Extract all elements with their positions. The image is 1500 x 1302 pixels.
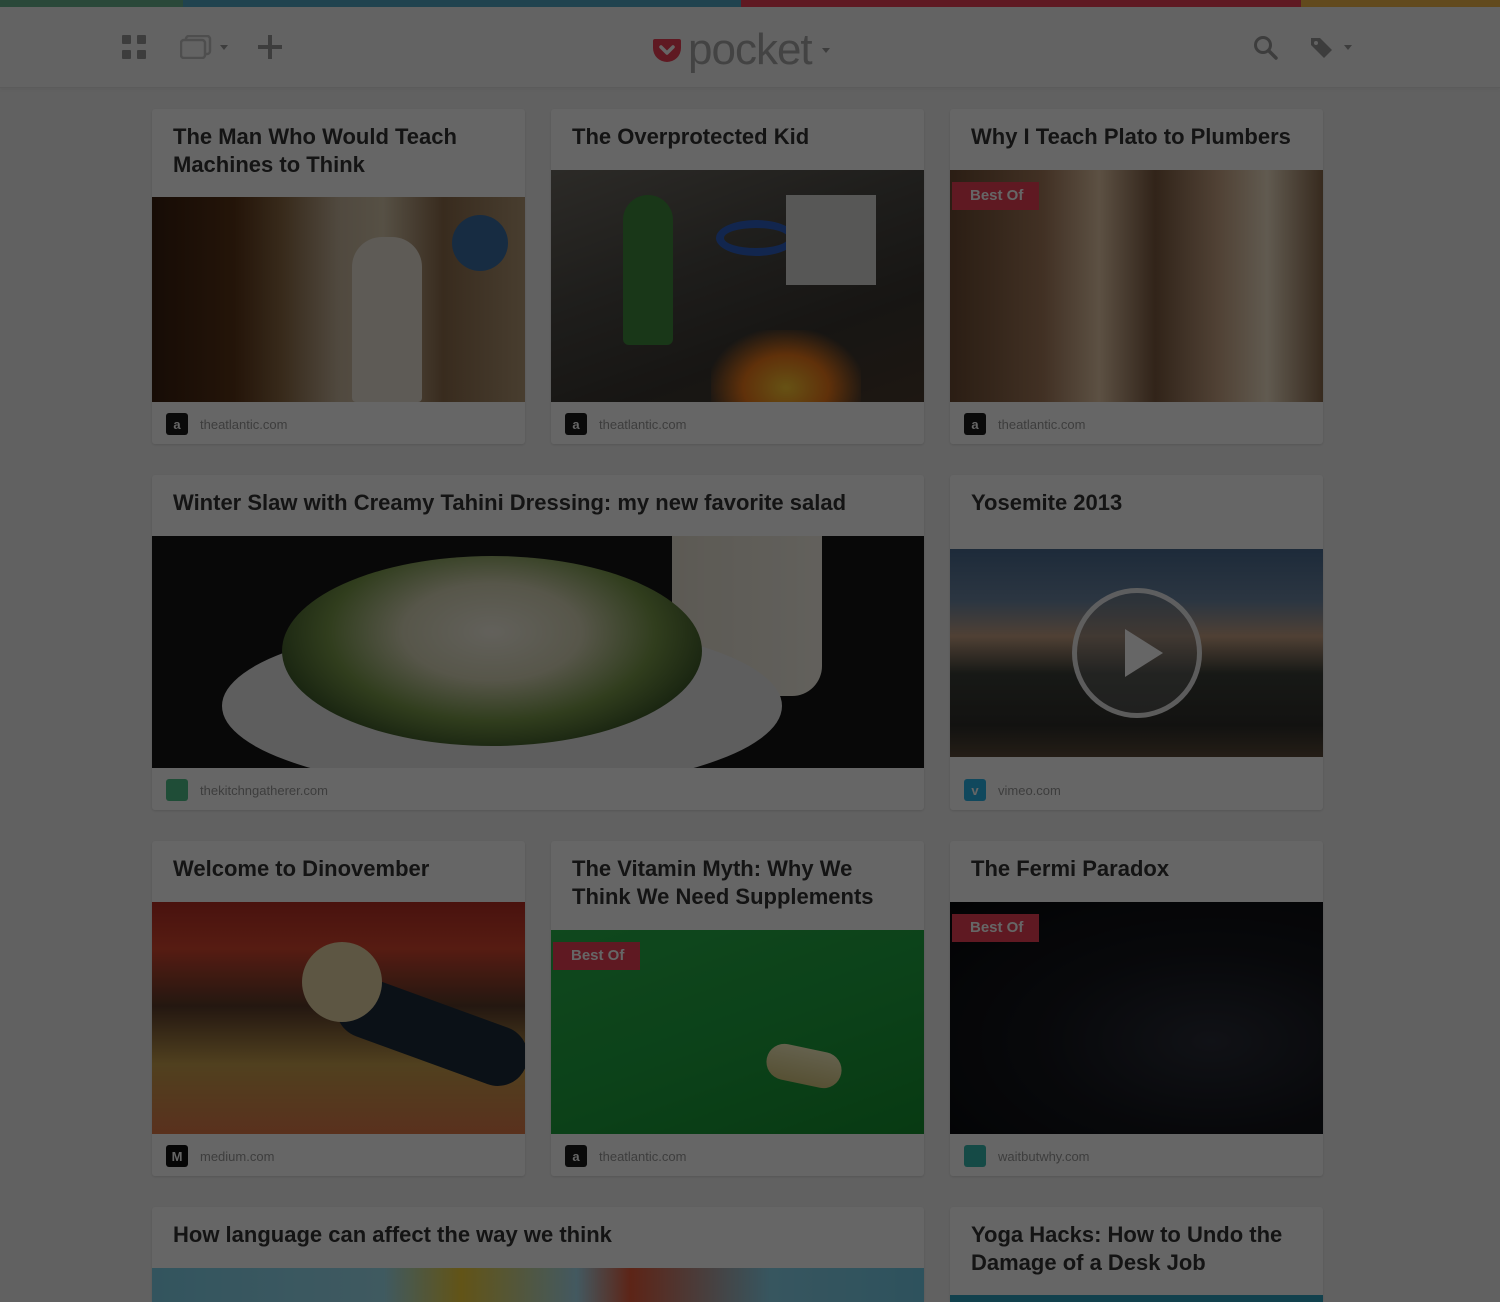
- favicon-icon: [964, 1145, 986, 1167]
- pocket-logo[interactable]: pocket: [652, 27, 830, 73]
- article-title[interactable]: Winter Slaw with Creamy Tahini Dressing:…: [173, 489, 906, 517]
- child-shape: [623, 195, 673, 345]
- article-source: a theatlantic.com: [964, 412, 1085, 436]
- article-source: a theatlantic.com: [565, 412, 686, 436]
- article-source: a theatlantic.com: [166, 412, 287, 436]
- tag-icon: [1311, 38, 1332, 58]
- best-of-badge: Best Of: [952, 914, 1040, 942]
- grid-view-icon: [122, 35, 146, 59]
- article-title[interactable]: How language can affect the way we think: [173, 1221, 906, 1249]
- article-title[interactable]: The Vitamin Myth: Why We Think We Need S…: [572, 855, 906, 911]
- article-image[interactable]: Best Of: [950, 902, 1323, 1134]
- favicon-icon: a: [565, 1145, 587, 1167]
- list-view-icon: [180, 35, 212, 59]
- article-card[interactable]: The Fermi Paradox Best Of waitbutwhy.com: [950, 841, 1323, 1176]
- top-toolbar: pocket: [0, 7, 1500, 88]
- stripe-red: [741, 0, 1301, 7]
- stripe-blue: [183, 0, 741, 7]
- stripe-green: [0, 0, 183, 7]
- toy-shape: [302, 942, 382, 1022]
- article-image[interactable]: Best Of: [950, 170, 1323, 402]
- article-source: a theatlantic.com: [565, 1144, 686, 1168]
- pocket-logo-icon: [653, 39, 681, 62]
- article-source: M medium.com: [166, 1144, 274, 1168]
- article-card[interactable]: The Vitamin Myth: Why We Think We Need S…: [551, 841, 924, 1176]
- best-of-badge: Best Of: [553, 942, 641, 970]
- article-image[interactable]: [152, 1268, 924, 1302]
- article-image[interactable]: [551, 170, 924, 402]
- favicon-icon: M: [166, 1145, 188, 1167]
- play-icon: [1124, 629, 1163, 677]
- favicon-icon: a: [166, 413, 188, 435]
- search-button[interactable]: [1253, 35, 1279, 61]
- article-image[interactable]: Best Of: [551, 930, 924, 1134]
- article-domain[interactable]: theatlantic.com: [599, 417, 686, 432]
- article-card[interactable]: The Man Who Would Teach Machines to Thin…: [152, 109, 525, 444]
- tire-shape: [716, 220, 796, 256]
- chevron-down-icon: [821, 47, 830, 53]
- article-card[interactable]: The Overprotected Kid a theatlantic.com: [551, 109, 924, 444]
- list-view-button[interactable]: [180, 35, 228, 59]
- article-card[interactable]: Welcome to Dinovember M medium.com: [152, 841, 525, 1176]
- person-shape: [352, 237, 422, 402]
- play-button[interactable]: [1071, 588, 1202, 718]
- article-card[interactable]: Yosemite 2013 v vimeo.com: [950, 475, 1323, 810]
- salad-shape: [282, 556, 702, 746]
- tags-button[interactable]: [1310, 36, 1352, 58]
- add-button[interactable]: [258, 35, 282, 59]
- article-title[interactable]: The Fermi Paradox: [971, 855, 1305, 883]
- fire-shape: [711, 330, 861, 402]
- article-title[interactable]: Welcome to Dinovember: [173, 855, 507, 883]
- favicon-icon: v: [964, 779, 986, 801]
- favicon-icon: [166, 779, 188, 801]
- article-card[interactable]: Winter Slaw with Creamy Tahini Dressing:…: [152, 475, 924, 810]
- article-title[interactable]: Why I Teach Plato to Plumbers: [971, 123, 1305, 151]
- article-title[interactable]: Yoga Hacks: How to Undo the Damage of a …: [971, 1221, 1305, 1277]
- article-source: waitbutwhy.com: [964, 1144, 1090, 1168]
- article-image[interactable]: [152, 902, 525, 1134]
- add-icon: [258, 35, 282, 59]
- article-image[interactable]: [152, 197, 525, 402]
- article-source: thekitchngatherer.com: [166, 778, 328, 802]
- app-name: pocket: [688, 25, 813, 74]
- globe-shape: [452, 215, 508, 271]
- article-source: v vimeo.com: [964, 778, 1061, 802]
- chevron-down-icon: [1344, 44, 1352, 50]
- pill-shape: [763, 1040, 845, 1092]
- grid-view-button[interactable]: [121, 34, 147, 60]
- article-domain[interactable]: theatlantic.com: [200, 417, 287, 432]
- chevron-down-icon: [220, 44, 228, 50]
- article-card[interactable]: Yoga Hacks: How to Undo the Damage of a …: [950, 1207, 1323, 1302]
- video-thumbnail[interactable]: [950, 549, 1323, 757]
- article-card[interactable]: Why I Teach Plato to Plumbers Best Of a …: [950, 109, 1323, 444]
- article-domain[interactable]: theatlantic.com: [998, 417, 1085, 432]
- search-icon: [1254, 36, 1278, 60]
- article-domain[interactable]: medium.com: [200, 1149, 274, 1164]
- article-domain[interactable]: waitbutwhy.com: [998, 1149, 1090, 1164]
- article-domain[interactable]: theatlantic.com: [599, 1149, 686, 1164]
- article-image[interactable]: [152, 536, 924, 768]
- article-domain[interactable]: thekitchngatherer.com: [200, 783, 328, 798]
- article-image[interactable]: [950, 1295, 1323, 1302]
- stripe-yellow: [1301, 0, 1500, 7]
- article-title[interactable]: The Overprotected Kid: [572, 123, 906, 151]
- favicon-icon: a: [964, 413, 986, 435]
- chair-shape: [786, 195, 876, 285]
- article-title[interactable]: Yosemite 2013: [971, 489, 1305, 517]
- article-title[interactable]: The Man Who Would Teach Machines to Thin…: [173, 123, 507, 179]
- article-domain[interactable]: vimeo.com: [998, 783, 1061, 798]
- article-card[interactable]: How language can affect the way we think: [152, 1207, 924, 1302]
- best-of-badge: Best Of: [952, 182, 1040, 210]
- favicon-icon: a: [565, 413, 587, 435]
